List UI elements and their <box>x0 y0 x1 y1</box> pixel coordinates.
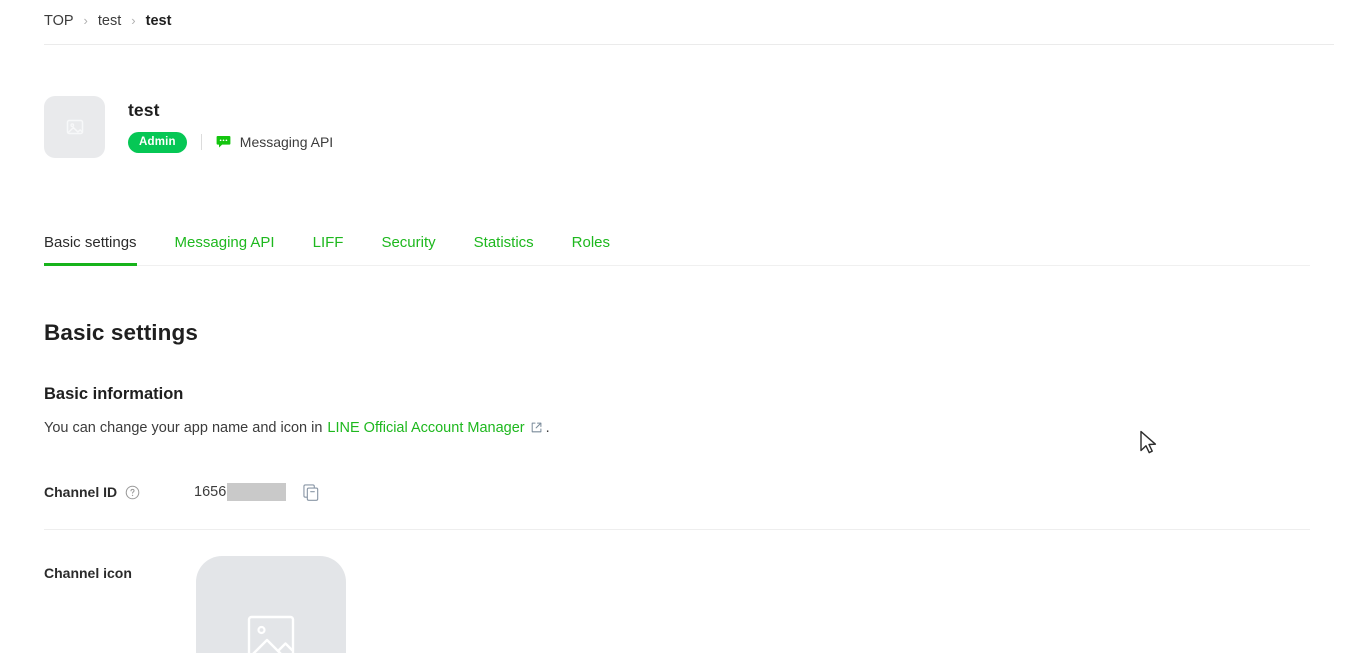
channel-icon-label: Channel icon <box>44 565 132 581</box>
channel-id-redaction <box>227 483 287 501</box>
page-root: TOP › test › test test Admin Messaging A… <box>0 0 1350 653</box>
image-placeholder-icon <box>66 119 83 135</box>
channel-type-label: Messaging API <box>239 134 334 150</box>
role-badge-admin: Admin <box>128 131 187 153</box>
page-title: Basic settings <box>44 320 198 346</box>
channel-header: test Admin Messaging API <box>44 96 333 158</box>
section-description-period: . <box>545 420 550 436</box>
field-row-channel-id: Channel ID 1656 <box>44 481 1310 503</box>
tab-messaging-api[interactable]: Messaging API <box>175 234 275 265</box>
breadcrumb-separator: › <box>83 13 88 28</box>
section-description-text: You can change your app name and icon in <box>44 420 323 436</box>
tab-bar: Basic settings Messaging API LIFF Securi… <box>44 228 1310 266</box>
channel-icon-placeholder[interactable] <box>196 556 346 653</box>
copy-icon-svg <box>303 483 319 501</box>
subinfo-divider <box>200 134 202 150</box>
channel-id-value-wrap: 1656 <box>194 483 319 501</box>
channel-id-value: 1656 <box>194 484 227 500</box>
section-title-basic-information: Basic information <box>44 384 184 403</box>
external-link-icon <box>531 422 542 433</box>
channel-id-label-wrap: Channel ID <box>44 483 194 501</box>
channel-id-row-divider <box>44 529 1310 530</box>
section-description: You can change your app name and icon in… <box>44 418 550 438</box>
help-circle-icon-svg <box>125 485 140 499</box>
tab-statistics[interactable]: Statistics <box>474 234 534 265</box>
help-circle-icon[interactable] <box>125 485 140 500</box>
channel-thumbnail <box>44 96 105 158</box>
channel-subinfo: Admin Messaging API <box>128 131 333 153</box>
breadcrumb-divider <box>44 44 1334 45</box>
breadcrumb-item-current: test <box>145 13 172 29</box>
external-link-icon-svg <box>531 422 542 432</box>
channel-name: test <box>128 100 160 120</box>
image-placeholder-icon <box>247 615 295 653</box>
tab-basic-settings[interactable]: Basic settings <box>44 234 137 266</box>
tab-liff[interactable]: LIFF <box>313 234 344 265</box>
breadcrumb: TOP › test › test <box>44 11 171 31</box>
tab-roles[interactable]: Roles <box>572 234 610 265</box>
channel-meta: test Admin Messaging API <box>128 96 333 153</box>
arrow-cursor <box>1139 430 1159 463</box>
chat-bubble-icon <box>216 135 231 149</box>
channel-type: Messaging API <box>216 133 333 151</box>
channel-id-label: Channel ID <box>44 484 118 500</box>
breadcrumb-separator: › <box>131 13 136 28</box>
tab-security[interactable]: Security <box>381 234 435 265</box>
line-official-account-manager-link[interactable]: LINE Official Account Manager <box>327 418 524 438</box>
chat-bubble-icon-svg <box>216 136 231 148</box>
breadcrumb-item-provider[interactable]: test <box>98 11 121 31</box>
breadcrumb-item-top[interactable]: TOP <box>44 11 74 31</box>
arrow-cursor-svg <box>1140 430 1157 454</box>
copy-icon[interactable] <box>303 483 319 501</box>
